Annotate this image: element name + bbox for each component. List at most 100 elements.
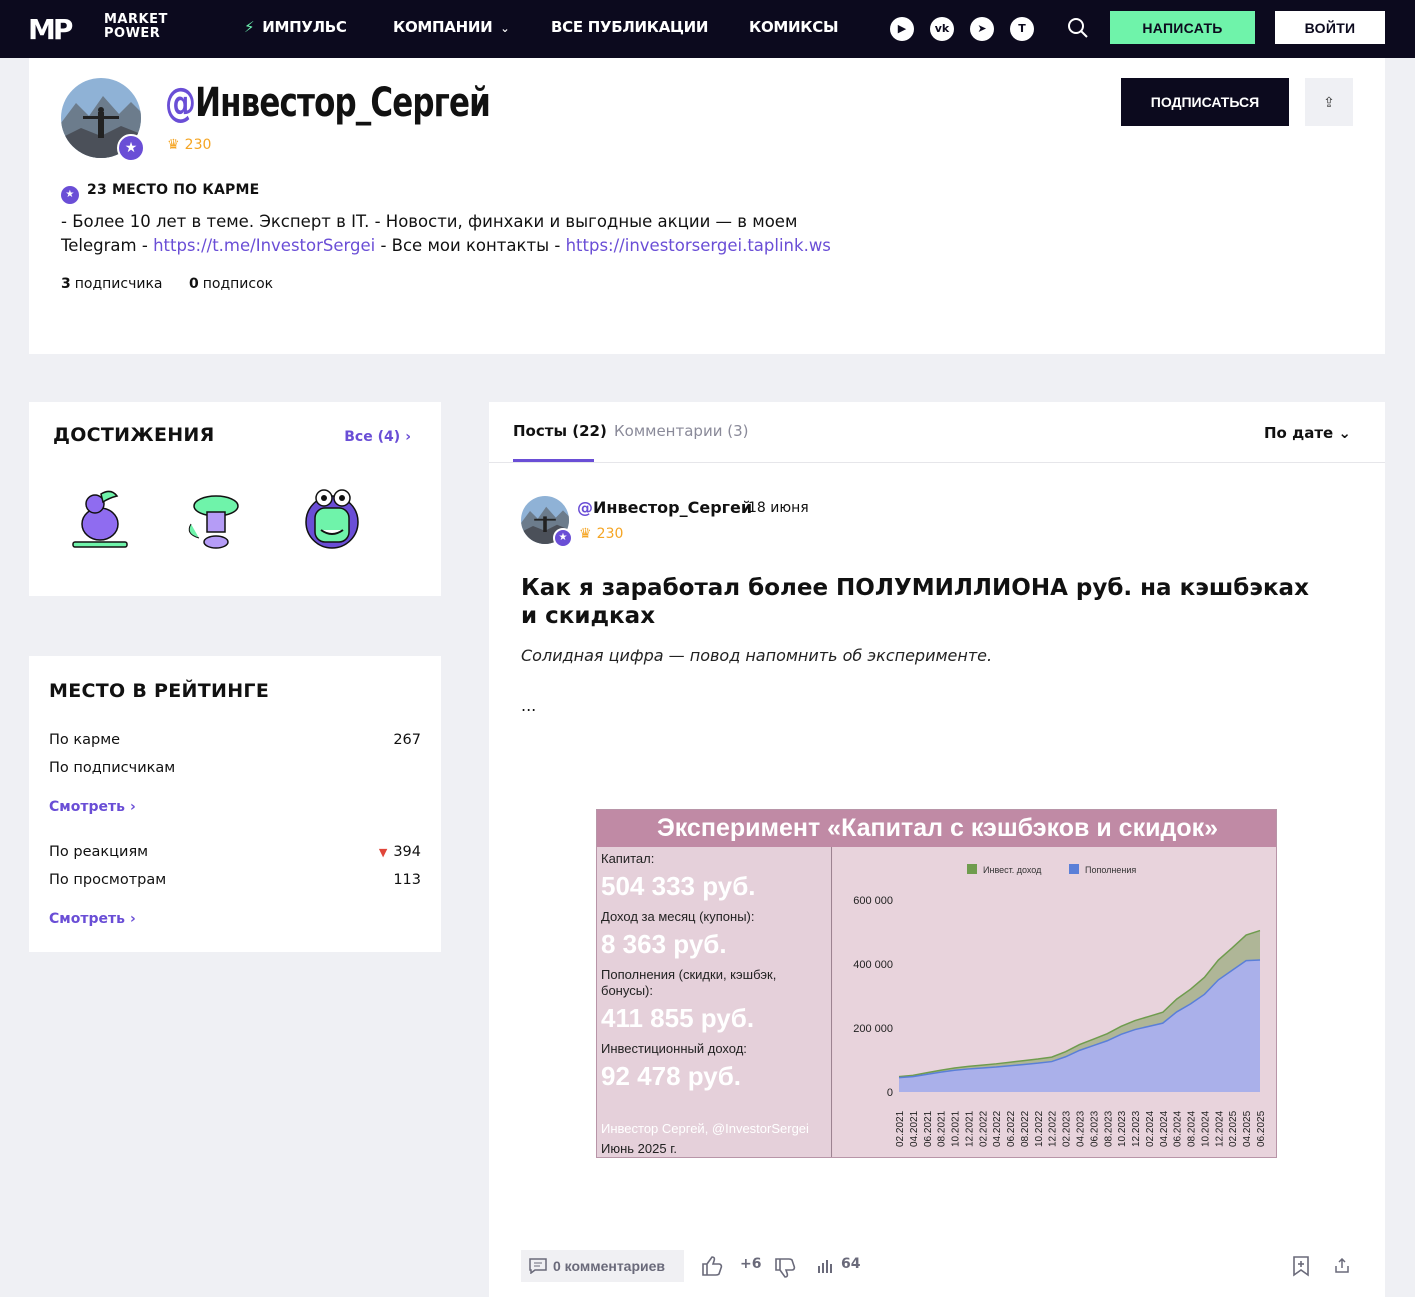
subscribers-label: подписчика xyxy=(74,276,163,292)
y-tick-label: 400 000 xyxy=(853,959,893,971)
share-button[interactable]: ⇪ xyxy=(1305,78,1353,126)
subscriptions-count: 0 xyxy=(188,276,199,292)
x-tick-label: 12.2024 xyxy=(1214,1110,1225,1147)
bolt-icon: ⚡ xyxy=(244,18,255,36)
figure-date: Июнь 2025 г. xyxy=(601,1141,677,1156)
rating-more-label-2: Смотреть xyxy=(49,911,125,927)
x-tick-label: 08.2021 xyxy=(937,1110,948,1147)
x-tick-label: 08.2023 xyxy=(1103,1110,1114,1147)
post-title[interactable]: Как я заработал более ПОЛУМИЛЛИОНА руб. … xyxy=(521,574,1321,630)
nav-impulse[interactable]: ⚡ ИМПУЛЬС xyxy=(244,18,347,36)
x-tick-label: 08.2024 xyxy=(1187,1110,1198,1147)
x-tick-label: 02.2023 xyxy=(1062,1110,1073,1147)
x-tick-label: 04.2021 xyxy=(909,1110,920,1147)
comment-icon xyxy=(529,1258,547,1274)
x-tick-label: 12.2021 xyxy=(964,1110,975,1147)
dislike-icon[interactable] xyxy=(774,1257,796,1279)
capital-label: Капитал: xyxy=(601,851,655,866)
rating-reactions-label: По реакциям xyxy=(49,844,149,860)
logo-text[interactable]: MARKET POWER xyxy=(104,13,168,41)
invest-value: 92 478 руб. xyxy=(601,1061,742,1091)
post-figure[interactable]: Эксперимент «Капитал с кэшбэков и скидок… xyxy=(596,809,1277,1158)
capital-value: 504 333 руб. xyxy=(601,871,756,901)
x-tick-label: 06.2021 xyxy=(923,1110,934,1147)
youtube-icon[interactable]: ▶ xyxy=(890,17,914,41)
post-karma-value: 230 xyxy=(596,526,624,542)
logo-mark[interactable]: MP xyxy=(28,13,73,46)
x-tick-label: 08.2022 xyxy=(1020,1110,1031,1147)
tab-comments[interactable]: Комментарии (3) xyxy=(614,422,748,440)
views-count: 64 xyxy=(841,1256,861,1272)
post-author[interactable]: @Инвестор_Сергей xyxy=(577,498,752,517)
nav-companies[interactable]: КОМПАНИИ ⌄ xyxy=(393,18,510,36)
topup-label: Пополнения (скидки, кэшбэк, бонусы): xyxy=(601,967,777,998)
subscriptions-stat[interactable]: 0 подписок xyxy=(189,276,273,292)
subscribe-button[interactable]: ПОДПИСАТЬСЯ xyxy=(1121,78,1289,126)
legend-topup-swatch xyxy=(1069,864,1079,874)
chevron-right-icon: › xyxy=(130,799,136,815)
achievements-all-link[interactable]: Все (4) › xyxy=(344,426,411,445)
x-tick-label: 06.2024 xyxy=(1173,1110,1184,1147)
bio-text-1: - Более 10 лет в теме. Эксперт в IT. - Н… xyxy=(61,212,798,231)
logo-line2: POWER xyxy=(104,26,161,41)
tenchat-icon[interactable]: T xyxy=(1010,17,1034,41)
achievement-mask-icon[interactable] xyxy=(297,484,367,554)
x-tick-label: 12.2023 xyxy=(1131,1110,1142,1147)
post-date: 18 июня xyxy=(748,500,809,516)
search-icon[interactable] xyxy=(1066,16,1090,40)
nav-impulse-label: ИМПУЛЬС xyxy=(262,18,347,36)
rating-row-karma: По карме 267 xyxy=(49,732,421,748)
x-tick-label: 10.2021 xyxy=(951,1110,962,1147)
profile-bio: - Более 10 лет в теме. Эксперт в IT. - Н… xyxy=(61,210,961,258)
achievement-bird-icon[interactable] xyxy=(65,484,135,554)
subscribers-stat[interactable]: 3 подписчика xyxy=(61,276,163,292)
comments-button[interactable]: 0 комментариев xyxy=(521,1250,684,1282)
vk-icon[interactable]: vk xyxy=(930,17,954,41)
rating-more-link-1[interactable]: Смотреть › xyxy=(49,796,136,815)
x-tick-label: 10.2024 xyxy=(1200,1110,1211,1147)
share-icon[interactable] xyxy=(1334,1258,1350,1274)
login-button[interactable]: ВОЙТИ xyxy=(1275,11,1385,44)
rating-subscribers-label: По подписчикам xyxy=(49,760,176,776)
area-chart: 0200 000400 000600 00002.2021 04.2021 06.2… xyxy=(833,847,1276,1157)
tab-posts[interactable]: Посты (22) xyxy=(513,422,607,440)
subscriptions-label: подписок xyxy=(202,276,274,292)
sort-dropdown[interactable]: По дате ⌄ xyxy=(1264,424,1351,442)
views-icon xyxy=(818,1260,832,1273)
post-lead: Солидная цифра — повод напомнить об эксп… xyxy=(521,646,993,665)
y-tick-label: 0 xyxy=(887,1087,893,1099)
crown-icon: ♛ xyxy=(167,137,180,153)
achievements-card: ДОСТИЖЕНИЯ Все (4) › xyxy=(29,402,441,596)
write-button[interactable]: НАПИСАТЬ xyxy=(1110,11,1255,44)
rating-more-link-2[interactable]: Смотреть › xyxy=(49,908,136,927)
x-tick-label: 04.2024 xyxy=(1159,1110,1170,1147)
post-ellipsis: ... xyxy=(521,696,537,715)
star-badge-icon: ★ xyxy=(553,528,573,548)
share-icon: ⇪ xyxy=(1323,93,1335,110)
telegram-link[interactable]: https://t.me/InvestorSergei xyxy=(153,236,375,255)
profile-karma: ♛ 230 xyxy=(167,134,211,153)
achievements-all-label: Все (4) xyxy=(344,429,401,445)
bookmark-icon[interactable] xyxy=(1291,1255,1311,1277)
feed-card: Посты (22) Комментарии (3) По дате ⌄ ★ @… xyxy=(489,402,1385,1297)
post-author-karma: ♛ 230 xyxy=(579,523,623,542)
nav-companies-label: КОМПАНИИ xyxy=(393,18,493,36)
rating-row-reactions: По реакциям ▼ 394 xyxy=(49,844,421,860)
rating-card: МЕСТО В РЕЙТИНГЕ По карме 267 По подписчи… xyxy=(29,656,441,952)
star-badge-icon: ★ xyxy=(117,134,145,162)
rating-more-label-1: Смотреть xyxy=(49,799,125,815)
profile-header: ★ @Инвестор_Сергей ♛ 230 ПОДПИСАТЬСЯ ⇪ ★… xyxy=(29,58,1385,354)
like-icon[interactable] xyxy=(701,1255,723,1277)
achievement-lamp-icon[interactable] xyxy=(181,484,251,554)
taplink-link[interactable]: https://investorsergei.taplink.ws xyxy=(566,236,831,255)
profile-stats: 3 подписчика 0 подписок xyxy=(61,276,273,292)
rating-reactions-value: 394 xyxy=(393,844,421,860)
x-tick-label: 02.2021 xyxy=(895,1110,906,1147)
chevron-down-icon: ⌄ xyxy=(500,22,510,35)
telegram-icon[interactable]: ➤ xyxy=(970,17,994,41)
likes-count: +6 xyxy=(740,1256,762,1272)
nav-all-publications[interactable]: ВСЕ ПУБЛИКАЦИИ xyxy=(551,18,708,36)
nav-comics[interactable]: КОМИКСЫ xyxy=(749,18,839,36)
star-icon: ★ xyxy=(61,186,79,204)
x-tick-label: 06.2023 xyxy=(1089,1110,1100,1147)
